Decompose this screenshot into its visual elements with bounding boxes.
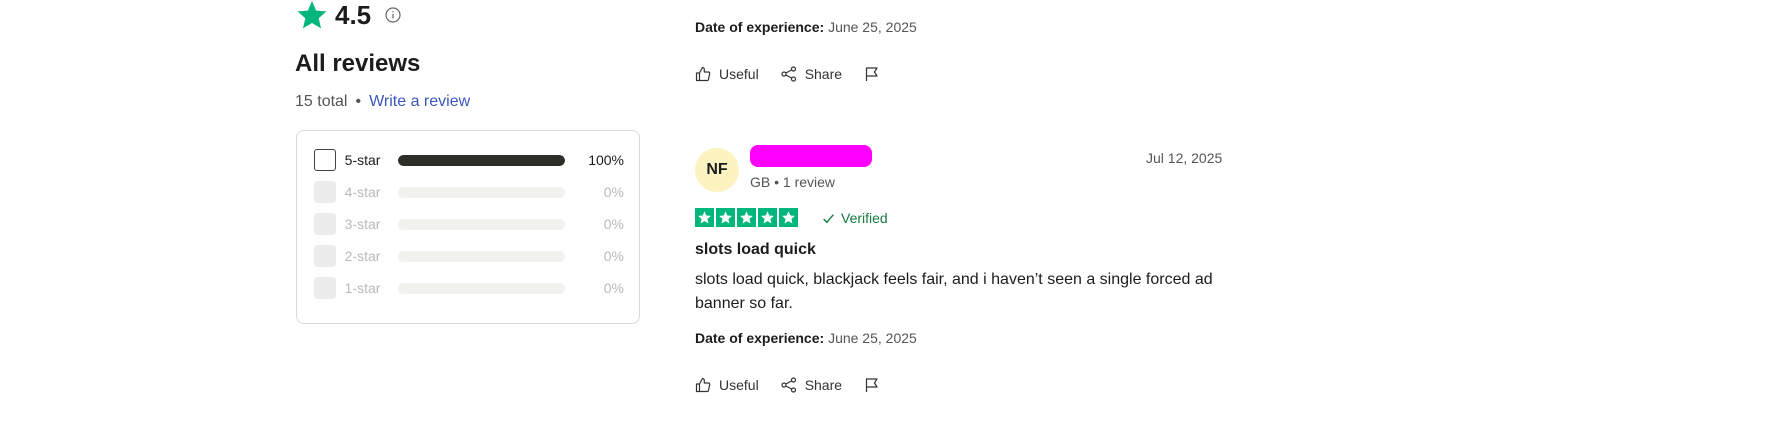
separator-dot: • <box>355 93 362 110</box>
filter-label: 3-star <box>344 216 381 232</box>
avatar[interactable]: NF <box>695 148 739 192</box>
filter-label: 4-star <box>344 184 381 200</box>
doe-value: June 25, 2025 <box>828 330 917 346</box>
filter-percent: 0% <box>603 216 624 232</box>
rating-value: 4.5 <box>335 0 372 30</box>
write-review-link[interactable]: Write a review <box>369 93 470 111</box>
date-of-experience: Date of experience: June 25, 2025 <box>695 330 917 346</box>
filter-row-2-star: 2-star 0% <box>314 244 624 268</box>
review-title[interactable]: slots load quick <box>695 241 816 259</box>
review-actions: Useful Share <box>695 377 910 393</box>
doe-value: June 25, 2025 <box>828 19 917 35</box>
flag-icon <box>865 67 878 81</box>
filter-bar <box>397 282 565 294</box>
filter-checkbox <box>314 245 336 267</box>
star-icon <box>779 208 798 227</box>
verified-badge: Verified <box>822 210 888 226</box>
filter-percent: 0% <box>603 184 624 200</box>
useful-label: Useful <box>719 66 759 82</box>
flag-icon <box>865 378 878 392</box>
share-button[interactable]: Share <box>781 66 842 82</box>
all-reviews-heading: All reviews <box>295 50 421 77</box>
star-icon <box>297 1 327 29</box>
share-label: Share <box>804 66 843 82</box>
star-filter-card: 5-star 100% 4-star 0% 3-star 0% 2-star 0% 1-star… <box>296 130 640 324</box>
doe-label: Date of experience: <box>695 19 825 35</box>
review-stars <box>695 208 800 227</box>
filter-row-3-star: 3-star 0% <box>314 212 624 236</box>
thumbs-up-icon <box>695 377 711 393</box>
star-icon <box>695 208 714 227</box>
filter-checkbox[interactable] <box>314 149 336 171</box>
filter-checkbox <box>314 181 336 203</box>
share-icon <box>781 377 796 393</box>
useful-button[interactable]: Useful <box>695 377 759 393</box>
star-icon <box>737 208 756 227</box>
review-date: Jul 12, 2025 <box>1146 150 1223 166</box>
check-icon <box>823 213 834 223</box>
filter-label: 2-star <box>344 248 381 264</box>
filter-checkbox <box>314 213 336 235</box>
filter-label: 5-star <box>344 152 381 168</box>
total-line: 15 total • Write a review <box>295 93 470 111</box>
share-icon <box>781 66 796 82</box>
filter-bar <box>397 250 565 262</box>
total-count: 15 total <box>295 93 348 110</box>
date-of-experience: Date of experience: June 25, 2025 <box>695 19 917 35</box>
review-actions: Useful Share <box>695 66 910 82</box>
useful-label: Useful <box>719 377 759 393</box>
review-body: slots load quick, blackjack feels fair, … <box>695 271 1213 312</box>
share-label: Share <box>804 377 843 393</box>
filter-checkbox <box>314 277 336 299</box>
filter-bar <box>397 186 565 198</box>
filter-label: 1-star <box>344 280 381 296</box>
filter-row-4-star: 4-star 0% <box>314 180 624 204</box>
useful-button[interactable]: Useful <box>695 66 759 82</box>
filter-bar <box>397 218 565 230</box>
star-icon <box>758 208 777 227</box>
rating-summary: 4.5 <box>295 0 401 30</box>
filter-percent: 0% <box>603 248 624 264</box>
filter-percent: 0% <box>603 280 624 296</box>
filter-bar-fill <box>397 154 566 166</box>
verified-label: Verified <box>841 210 888 226</box>
report-button[interactable] <box>864 377 888 393</box>
reviewer-meta: GB • 1 review <box>750 174 836 190</box>
filter-percent: 100% <box>588 152 624 168</box>
filter-row-1-star: 1-star 0% <box>314 276 624 300</box>
star-icon <box>716 208 735 227</box>
info-icon[interactable] <box>385 7 401 23</box>
share-button[interactable]: Share <box>781 377 842 393</box>
doe-label: Date of experience: <box>695 330 825 346</box>
thumbs-up-icon <box>695 66 711 82</box>
reviewer-name-redacted[interactable] <box>750 145 872 167</box>
report-button[interactable] <box>864 66 888 82</box>
filter-row-5-star[interactable]: 5-star 100% <box>314 148 624 172</box>
filter-bar <box>397 154 566 166</box>
